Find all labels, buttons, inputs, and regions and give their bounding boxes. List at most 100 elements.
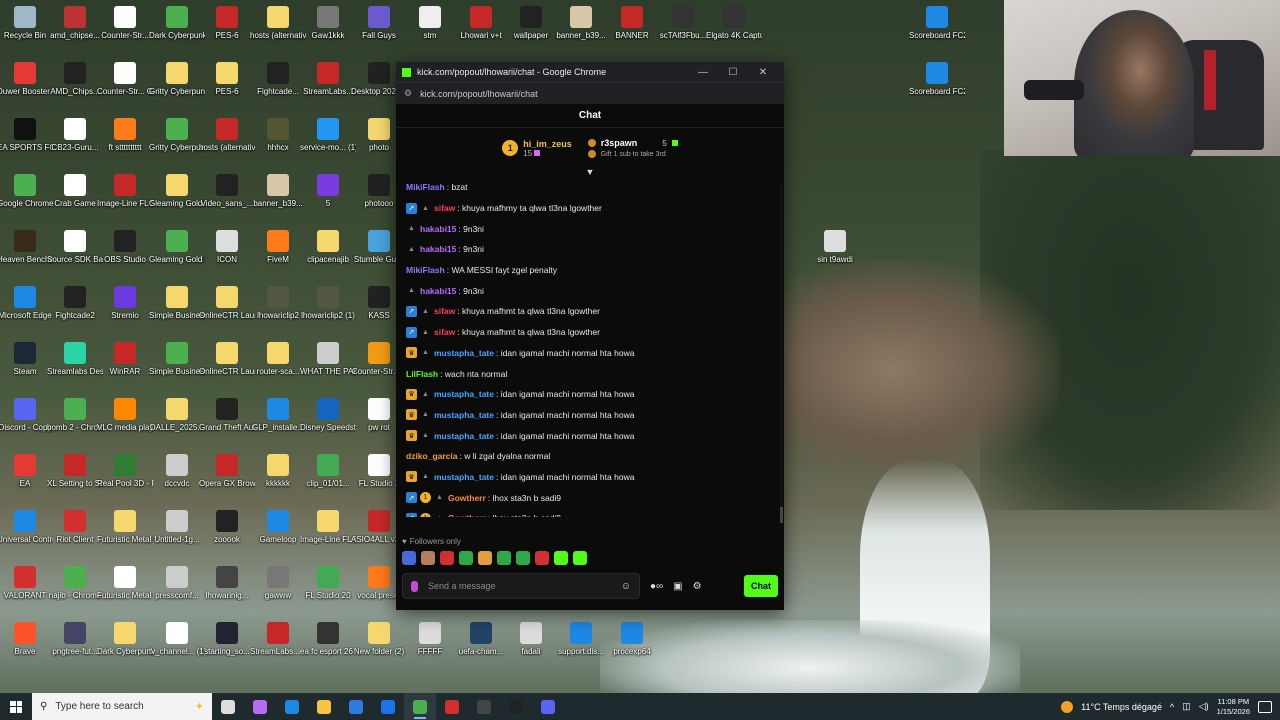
shield-badge-icon[interactable]: ▲ <box>420 306 431 317</box>
emote-icon[interactable] <box>440 551 454 565</box>
chat-input[interactable] <box>428 581 621 591</box>
url-text[interactable]: kick.com/popout/lhowarii/chat <box>420 89 538 99</box>
desktop-icon[interactable]: support.dis... <box>555 622 607 657</box>
desktop-icon[interactable]: AMD_Chips... <box>49 62 101 97</box>
desktop-icon[interactable]: Simple Business Te... <box>149 286 205 321</box>
bot-badge-icon[interactable]: ➚ <box>406 492 417 504</box>
desktop-icon[interactable]: Gritty Cyberpunk ... <box>149 62 205 97</box>
desktop-icon[interactable]: Grand Theft Auto V Le... <box>199 398 255 433</box>
taskbar-search[interactable]: ⚲ ✦ <box>32 693 212 720</box>
shield-badge-icon[interactable]: ▲ <box>406 223 417 234</box>
desktop-icon[interactable]: Brave <box>0 622 51 657</box>
desktop-icon[interactable]: Steam <box>0 342 51 377</box>
crown-badge-icon[interactable]: ♛ <box>406 347 417 359</box>
chat-username[interactable]: dziko_garcia <box>406 451 458 461</box>
desktop-icon[interactable]: XL Setting to Share_v1.0... <box>47 454 103 489</box>
chat-username[interactable]: sifaw <box>434 203 455 213</box>
desktop-icon[interactable]: DALLE_2025... <box>150 398 204 433</box>
chat-message[interactable]: ➚ ▲ sifaw: khuya mafhmy ta qlwa tl3na lgow… <box>406 198 774 219</box>
desktop-icon[interactable]: Google Chrome <box>0 174 53 209</box>
desktop-icon[interactable]: EA <box>0 454 51 489</box>
chat-message[interactable]: MikiFlash: WA MESSI fayt zgel penalty <box>406 260 774 281</box>
app-red-taskbar-button[interactable] <box>436 693 468 720</box>
desktop-icon[interactable]: Fall Guys <box>353 6 405 41</box>
chat-message[interactable]: ♛ ▲ mustapha_tate: idan igamal machi norma… <box>406 425 774 446</box>
desktop-icon[interactable]: Dark Cyberpunk ... <box>149 6 205 41</box>
task-view-taskbar-button[interactable] <box>212 693 244 720</box>
chat-input-box[interactable]: ☺ <box>402 573 640 599</box>
points-icon[interactable]: ●∞ <box>650 581 663 592</box>
chat-username[interactable]: Gowtherr <box>448 493 486 503</box>
desktop-icon[interactable]: Opera GX Browser <box>199 454 255 489</box>
address-bar[interactable]: ⚙ kick.com/popout/lhowarii/chat <box>396 82 784 104</box>
desktop-icon[interactable]: service-mo... (1) <box>300 118 356 153</box>
bot-badge-icon[interactable]: ➚ <box>406 326 417 338</box>
desktop-icon[interactable]: scTAlf3Fbu... <box>657 6 709 41</box>
desktop-icon[interactable]: Scoreboard FC26 RAT... <box>909 62 965 97</box>
desktop-icon[interactable]: VLC media player <box>97 398 153 433</box>
site-info-icon[interactable]: ⚙ <box>404 88 412 99</box>
desktop-icon[interactable]: 5 <box>302 174 354 209</box>
chat-message[interactable]: ▲ hakabi15: 9n3ni <box>406 239 774 260</box>
desktop-icon[interactable]: Microsoft Edge <box>0 286 52 321</box>
desktop-icon[interactable]: dccvdc <box>151 454 203 489</box>
chat-message[interactable]: ➚1▲Gowtherr: lhox sta3n b sadi9 <box>406 487 774 508</box>
desktop-icon[interactable]: Riot Client <box>49 510 101 545</box>
bot-badge-icon[interactable]: ➚ <box>406 512 417 517</box>
gift-sub-icon[interactable]: ▣ <box>673 581 682 592</box>
desktop-icon[interactable]: Simple Business Te... <box>149 342 205 377</box>
desktop-icon[interactable]: Gaw1kkk <box>302 6 354 41</box>
desktop-icon[interactable]: Gritty Cyberpunk ... <box>149 118 205 153</box>
shield-badge-icon[interactable]: ▲ <box>420 347 431 358</box>
desktop-icon[interactable]: banner_b39... <box>555 6 607 41</box>
send-chat-button[interactable]: Chat <box>744 575 778 597</box>
desktop-icon[interactable]: FFFFF <box>404 622 456 657</box>
desktop-icon[interactable]: ea fc esport 26 - My Gre... <box>300 622 356 657</box>
chat-message[interactable]: ♛ ▲ mustapha_tate: idan igamal machi norma… <box>406 467 774 488</box>
tray-overflow-icon[interactable]: ^ <box>1170 702 1174 712</box>
desktop-icon[interactable]: clip_01/01... <box>302 454 354 489</box>
desktop-icon[interactable]: Gleaming Gold Metal... <box>149 174 205 209</box>
desktop-icon[interactable]: OnlineCTR Launcher <box>199 342 255 377</box>
desktop-icon[interactable]: GLP_installe... <box>252 398 304 433</box>
desktop-icon[interactable]: uefa-cham... <box>455 622 507 657</box>
chrome-taskbar-button[interactable] <box>404 693 436 720</box>
scrollbar-thumb[interactable] <box>780 507 783 523</box>
desktop-icon[interactable]: Image-Line FL Studio... <box>300 510 356 545</box>
desktop-icon[interactable]: WinRAR <box>99 342 151 377</box>
desktop-icon[interactable]: Counter-Str... <box>99 6 151 41</box>
store-taskbar-button[interactable] <box>340 693 372 720</box>
desktop-icon[interactable]: Counter-Str... Global Offe... <box>97 62 153 97</box>
close-button[interactable]: ✕ <box>748 67 778 78</box>
chat-username[interactable]: hakabi15 <box>420 286 456 296</box>
desktop-icon[interactable]: Gleaming Gold Metal... <box>149 230 205 265</box>
settings-gear-icon[interactable]: ⚙ <box>693 581 702 592</box>
chat-message[interactable]: LilFlash: wach nta normal <box>406 363 774 384</box>
desktop-icon[interactable]: Disney Speedstorm <box>300 398 356 433</box>
elgato-taskbar-button[interactable] <box>500 693 532 720</box>
edge-taskbar-button[interactable] <box>276 693 308 720</box>
chat-username[interactable]: mustapha_tate <box>434 389 494 399</box>
chat-message[interactable]: ▲ hakabi15: 9n3ni <box>406 218 774 239</box>
desktop-icon[interactable]: BANNER <box>606 6 658 41</box>
chat-message[interactable]: dziko_garcia: w li zgal dyalna normal <box>406 446 774 467</box>
emote-icon[interactable] <box>421 551 435 565</box>
chat-username[interactable]: mustapha_tate <box>434 431 494 441</box>
shield-badge-icon[interactable]: ▲ <box>406 244 417 255</box>
desktop-icon[interactable]: FiveM <box>252 230 304 265</box>
desktop-icon[interactable]: VALORANT <box>0 566 51 601</box>
desktop-icon[interactable]: Duwer Booster 12 <box>0 62 53 97</box>
network-icon[interactable]: ◫ <box>1182 701 1191 712</box>
desktop-icon[interactable]: Untitled-1g... <box>151 510 203 545</box>
desktop-icon[interactable]: Futuristic Metal Corri... <box>97 566 153 601</box>
gold-badge-icon[interactable]: 1 <box>420 492 431 504</box>
chat-username[interactable]: sifaw <box>434 327 455 337</box>
desktop-icon[interactable]: OnlineCTR Launche... <box>199 286 255 321</box>
chat-identity-icon[interactable] <box>411 580 418 592</box>
shield-badge-icon[interactable]: ▲ <box>420 430 431 441</box>
desktop-icon[interactable]: StreamLabs... - Copy <box>250 622 306 657</box>
crown-badge-icon[interactable]: ♛ <box>406 409 417 421</box>
shield-badge-icon[interactable]: ▲ <box>434 492 445 503</box>
shield-badge-icon[interactable]: ▲ <box>420 389 431 400</box>
emote-icon[interactable] <box>535 551 549 565</box>
